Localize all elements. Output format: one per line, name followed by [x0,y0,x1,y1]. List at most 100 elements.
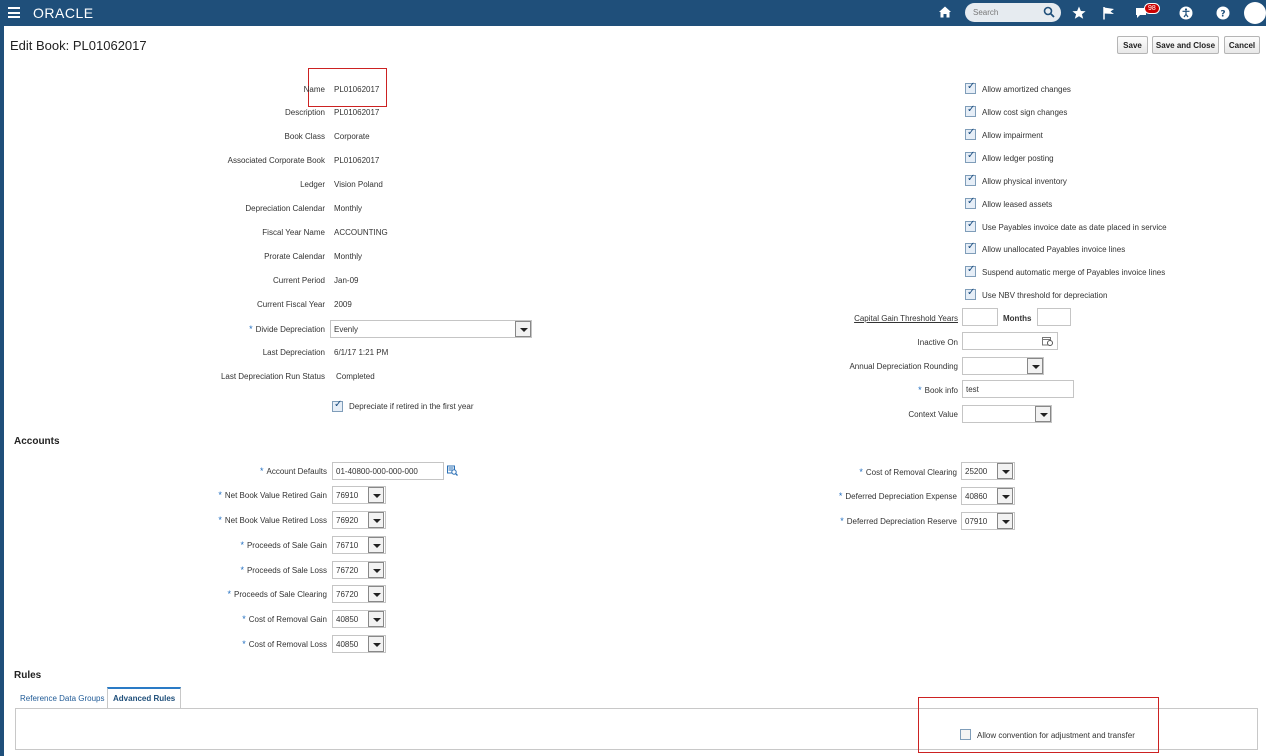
ledger-value: Vision Poland [334,180,383,189]
menu-icon[interactable] [8,7,20,18]
save-and-close-button[interactable]: Save and Close [1152,36,1219,54]
suspend-automatic-merge-checkbox[interactable] [965,264,976,277]
nbv-retired-gain-label: * Net Book Value Retired Gain [218,490,327,500]
cost-removal-gain-label: * Cost of Removal Gain [242,614,327,624]
divide-depreciation-dropdown-button[interactable] [515,321,531,337]
home-icon[interactable] [938,5,952,19]
depreciation-calendar-label: Depreciation Calendar [245,204,325,213]
allow-physical-inventory-label: Allow physical inventory [982,177,1067,186]
context-value-label: Context Value [908,410,958,419]
rules-section-title: Rules [14,670,42,681]
proceeds-sale-clearing-dropdown[interactable] [368,586,384,602]
allow-impairment-checkbox[interactable] [965,127,976,140]
allow-cost-sign-changes-label: Allow cost sign changes [982,108,1068,117]
description-value: PL01062017 [334,108,380,117]
context-value-dropdown-button[interactable] [1035,406,1051,422]
tab-reference-data-groups[interactable]: Reference Data Groups [15,689,110,708]
book-info-label: * Book info [918,385,958,395]
annual-depreciation-rounding-label: Annual Depreciation Rounding [849,362,958,371]
nbv-retired-gain-dropdown[interactable] [368,487,384,503]
allow-leased-assets-checkbox[interactable] [965,196,976,209]
associated-corporate-book-value: PL01062017 [334,156,380,165]
nbv-retired-loss-label: * Net Book Value Retired Loss [218,515,327,525]
allow-amortized-changes-checkbox[interactable] [965,81,976,94]
proceeds-sale-gain-dropdown[interactable] [368,537,384,553]
associated-corporate-book-label: Associated Corporate Book [227,156,325,165]
cost-removal-gain-dropdown[interactable] [368,611,384,627]
deferred-depreciation-reserve-dropdown[interactable] [997,513,1013,529]
allow-convention-checkbox[interactable] [960,729,971,740]
search-icon[interactable] [1043,6,1055,18]
fiscal-year-name-value: ACCOUNTING [334,228,388,237]
allow-ledger-posting-label: Allow ledger posting [982,154,1054,163]
search-input[interactable]: Search [965,3,1061,22]
description-label: Description [284,108,325,117]
fiscal-year-name-label: Fiscal Year Name [262,228,325,237]
book-class-label: Book Class [284,132,325,141]
months-label: Months [1003,314,1032,323]
proceeds-sale-clearing-label: * Proceeds of Sale Clearing [227,589,327,599]
last-depreciation-label: Last Depreciation [262,348,325,357]
deferred-depreciation-reserve-label: * Deferred Depreciation Reserve [840,516,957,526]
deferred-depreciation-expense-dropdown[interactable] [997,488,1013,504]
allow-leased-assets-label: Allow leased assets [982,200,1053,209]
favorites-star-icon[interactable] [1071,5,1087,21]
oracle-logo[interactable]: ORACLE [33,5,94,21]
cancel-button[interactable]: Cancel [1224,36,1260,54]
global-header: ORACLE Search 98 ? [0,0,1266,26]
help-icon[interactable]: ? [1215,5,1231,21]
use-nbv-threshold-label: Use NBV threshold for depreciation [982,291,1108,300]
ledger-label: Ledger [300,180,325,189]
left-edge-stripe [0,26,4,756]
svg-text:?: ? [1220,10,1225,20]
watchlist-flag-icon[interactable] [1101,5,1117,21]
current-period-value: Jan-09 [334,276,359,285]
use-payables-invoice-date-label: Use Payables invoice date as date placed… [982,223,1167,232]
inactive-on-label: Inactive On [917,338,958,347]
use-nbv-threshold-checkbox[interactable] [965,287,976,300]
capital-gain-threshold-years-label[interactable]: Capital Gain Threshold Years [854,314,958,323]
last-run-status-label: Last Depreciation Run Status [220,372,325,381]
notification-count-badge[interactable]: 98 [1144,3,1160,14]
highlight-box-allow-convention [918,697,1159,753]
use-payables-invoice-date-checkbox[interactable] [965,219,976,232]
allow-unallocated-payables-label: Allow unallocated Payables invoice lines [982,245,1126,254]
account-lookup-icon[interactable] [447,465,458,476]
current-fiscal-year-value: 2009 [334,300,352,309]
prorate-calendar-label: Prorate Calendar [264,252,325,261]
divide-depreciation-select[interactable]: Evenly [330,320,532,338]
last-depreciation-value: 6/1/17 1:21 PM [334,348,389,357]
tab-advanced-rules[interactable]: Advanced Rules [107,687,182,709]
name-value: PL01062017 [334,85,380,94]
depreciate-if-retired-checkbox[interactable] [332,399,343,412]
calendar-icon[interactable] [1042,336,1053,346]
capital-gain-months-field[interactable] [1037,308,1071,326]
suspend-automatic-merge-label: Suspend automatic merge of Payables invo… [982,268,1166,277]
cost-removal-clearing-dropdown[interactable] [997,463,1013,479]
last-run-status-value: Completed [336,372,375,381]
capital-gain-years-field[interactable] [962,308,998,326]
save-button[interactable]: Save [1117,36,1148,54]
user-avatar[interactable] [1244,2,1266,24]
deferred-depreciation-expense-label: * Deferred Depreciation Expense [838,491,957,501]
book-info-field[interactable]: test [962,380,1074,398]
current-period-label: Current Period [272,276,325,285]
allow-unallocated-payables-checkbox[interactable] [965,241,976,254]
allow-cost-sign-changes-checkbox[interactable] [965,104,976,117]
cost-removal-loss-label: * Cost of Removal Loss [242,639,327,649]
proceeds-sale-loss-dropdown[interactable] [368,562,384,578]
accessibility-icon[interactable] [1178,5,1194,21]
account-defaults-field[interactable]: 01-40800-000-000-000 [332,462,444,480]
divide-depreciation-label: * Divide Depreciation [249,324,325,334]
book-class-value: Corporate [334,132,370,141]
annual-rounding-dropdown-button[interactable] [1027,358,1043,374]
allow-physical-inventory-checkbox[interactable] [965,173,976,186]
allow-ledger-posting-checkbox[interactable] [965,150,976,163]
proceeds-sale-loss-label: * Proceeds of Sale Loss [240,565,327,575]
account-defaults-label: * Account Defaults [260,466,327,476]
nbv-retired-loss-dropdown[interactable] [368,512,384,528]
cost-removal-clearing-label: * Cost of Removal Clearing [859,467,957,477]
cost-removal-loss-dropdown[interactable] [368,636,384,652]
depreciate-if-retired-label: Depreciate if retired in the first year [349,402,474,411]
depreciation-calendar-value: Monthly [334,204,363,213]
